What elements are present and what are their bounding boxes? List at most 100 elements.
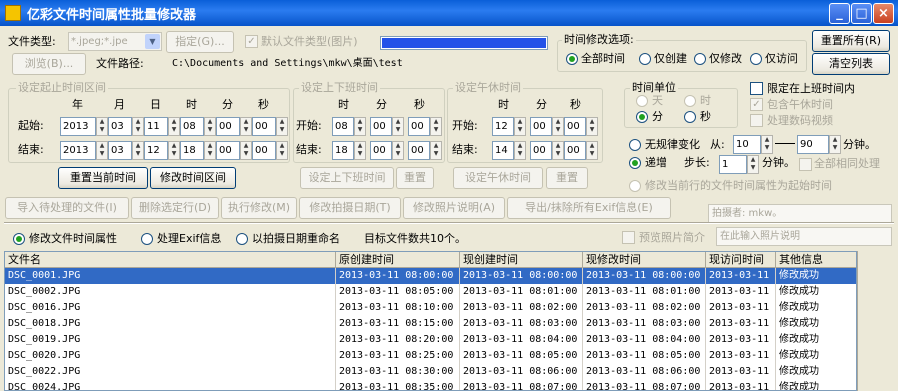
minimize-button[interactable]: _ <box>829 3 850 24</box>
exif-radio[interactable] <box>141 233 153 245</box>
mode-modify-radio[interactable] <box>694 53 706 65</box>
range-end-input[interactable]: 18 <box>180 141 204 160</box>
work-start-spinner[interactable]: ▲ ▼ <box>430 117 442 136</box>
work-end-input[interactable]: 18 <box>332 141 354 160</box>
work-start-spinner[interactable]: ▲ ▼ <box>392 117 404 136</box>
table-row[interactable]: DSC_0022.JPG 2013-03-11 08:30:00 2013-03-1… <box>5 364 856 380</box>
range-end-spinner[interactable]: ▲ ▼ <box>96 141 108 160</box>
work-reset-button[interactable]: 重置 <box>396 167 434 189</box>
work-end-spinner[interactable]: ▲ ▼ <box>430 141 442 160</box>
work-end-input[interactable]: 00 <box>408 141 430 160</box>
lunch-start-input[interactable]: 00 <box>564 117 586 136</box>
table-row[interactable]: DSC_0002.JPG 2013-03-11 08:05:00 2013-03-1… <box>5 284 856 300</box>
range-end-spinner[interactable]: ▲ ▼ <box>168 141 180 160</box>
maximize-button[interactable]: □ <box>851 3 872 24</box>
column-header[interactable]: 现访问时间 <box>706 252 776 268</box>
range-end-spinner[interactable]: ▲ ▼ <box>204 141 216 160</box>
table-row[interactable]: DSC_0001.JPG 2013-03-11 08:00:00 2013-03-1… <box>5 268 856 284</box>
range-end-spinner[interactable]: ▲ ▼ <box>132 141 144 160</box>
lunch-reset-button[interactable]: 重置 <box>546 167 588 189</box>
mode-create-radio[interactable] <box>639 53 651 65</box>
table-row[interactable]: DSC_0016.JPG 2013-03-11 08:10:00 2013-03-1… <box>5 300 856 316</box>
random-to-input[interactable]: 90 <box>797 135 829 154</box>
mode-all-radio[interactable] <box>566 53 578 65</box>
table-row[interactable]: DSC_0020.JPG 2013-03-11 08:25:00 2013-03-1… <box>5 348 856 364</box>
modify-range-button[interactable]: 修改时间区间 <box>150 167 236 189</box>
modify-caption-button[interactable]: 修改照片说明(A) <box>403 197 505 219</box>
process-digital-checkbox[interactable] <box>750 114 763 127</box>
modify-attr-radio[interactable] <box>13 233 25 245</box>
work-end-spinner[interactable]: ▲ ▼ <box>354 141 366 160</box>
work-end-spinner[interactable]: ▲ ▼ <box>392 141 404 160</box>
range-start-input[interactable]: 11 <box>144 117 168 136</box>
lunch-end-spinner[interactable]: ▲ ▼ <box>586 141 598 160</box>
file-table[interactable]: 文件名 原创建时间 现创建时间 现修改时间 现访问时间 其他信息 DSC_0001.JPG 2… <box>4 251 857 391</box>
range-start-spinner[interactable]: ▲ ▼ <box>204 117 216 136</box>
range-end-input[interactable]: 03 <box>108 141 132 160</box>
range-end-spinner[interactable]: ▲ ▼ <box>240 141 252 160</box>
column-header[interactable]: 其他信息 <box>776 252 856 268</box>
range-start-spinner[interactable]: ▲ ▼ <box>240 117 252 136</box>
range-start-input[interactable]: 03 <box>108 117 132 136</box>
include-lunch-checkbox[interactable]: ✓ <box>750 98 763 111</box>
step-input[interactable]: 1 <box>719 155 747 174</box>
range-start-input[interactable]: 00 <box>252 117 276 136</box>
column-header[interactable]: 原创建时间 <box>336 252 460 268</box>
close-button[interactable]: × <box>873 3 894 24</box>
delete-row-button[interactable]: 删除选定行(D) <box>131 197 219 219</box>
lunch-end-input[interactable]: 00 <box>564 141 586 160</box>
work-start-input[interactable]: 08 <box>332 117 354 136</box>
random-from-spinner[interactable]: ▲ ▼ <box>761 135 773 154</box>
lunch-start-spinner[interactable]: ▲ ▼ <box>552 117 564 136</box>
work-start-input[interactable]: 00 <box>370 117 392 136</box>
clear-list-button[interactable]: 清空列表 <box>812 53 890 75</box>
column-header[interactable]: 现创建时间 <box>460 252 583 268</box>
browse-button[interactable]: 浏览(B)... <box>12 53 86 75</box>
range-end-input[interactable]: 00 <box>216 141 240 160</box>
reset-current-button[interactable]: 重置当前时间 <box>58 167 148 189</box>
range-end-input[interactable]: 00 <box>252 141 276 160</box>
mode-access-radio[interactable] <box>750 53 762 65</box>
range-end-spinner[interactable]: ▲ ▼ <box>276 141 288 160</box>
table-row[interactable]: DSC_0018.JPG 2013-03-11 08:15:00 2013-03-1… <box>5 316 856 332</box>
step-spinner[interactable]: ▲ ▼ <box>747 155 759 174</box>
work-start-spinner[interactable]: ▲ ▼ <box>354 117 366 136</box>
unit-second-radio[interactable] <box>684 111 696 123</box>
range-start-input[interactable]: 00 <box>216 117 240 136</box>
preview-checkbox[interactable] <box>622 231 635 244</box>
work-end-input[interactable]: 00 <box>370 141 392 160</box>
range-start-input[interactable]: 08 <box>180 117 204 136</box>
execute-button[interactable]: 执行修改(M) <box>221 197 297 219</box>
unit-hour-radio[interactable] <box>684 95 696 107</box>
work-start-input[interactable]: 00 <box>408 117 430 136</box>
export-exif-button[interactable]: 导出/抹除所有Exif信息(E) <box>507 197 671 219</box>
import-button[interactable]: 导入待处理的文件(I) <box>5 197 129 219</box>
range-end-input[interactable]: 12 <box>144 141 168 160</box>
range-start-input[interactable]: 2013 <box>60 117 96 136</box>
file-type-select[interactable]: *.jpeg;*.jpe ▼ <box>68 32 162 51</box>
limit-work-checkbox[interactable] <box>750 82 763 95</box>
specify-button[interactable]: 指定(G)... <box>166 31 234 53</box>
lunch-start-input[interactable]: 12 <box>492 117 514 136</box>
reset-all-button[interactable]: 重置所有(R) <box>812 30 890 52</box>
modify-shot-date-button[interactable]: 修改拍摄日期(T) <box>299 197 401 219</box>
photographer-field[interactable]: 拍摄者: mkw。 <box>708 204 892 223</box>
set-lunch-button[interactable]: 设定午休时间 <box>453 167 543 189</box>
random-radio[interactable] <box>629 139 641 151</box>
range-start-spinner[interactable]: ▲ ▼ <box>132 117 144 136</box>
column-header[interactable]: 现修改时间 <box>583 252 706 268</box>
lunch-start-spinner[interactable]: ▲ ▼ <box>514 117 526 136</box>
lunch-end-spinner[interactable]: ▲ ▼ <box>552 141 564 160</box>
lunch-start-input[interactable]: 00 <box>530 117 552 136</box>
random-to-spinner[interactable]: ▲ ▼ <box>829 135 841 154</box>
random-from-input[interactable]: 10 <box>733 135 761 154</box>
lunch-end-input[interactable]: 14 <box>492 141 514 160</box>
column-header[interactable]: 文件名 <box>5 252 336 268</box>
default-type-checkbox[interactable]: ✓ <box>245 35 258 48</box>
same-process-checkbox[interactable] <box>799 158 812 171</box>
range-end-input[interactable]: 2013 <box>60 141 96 160</box>
table-row[interactable]: DSC_0019.JPG 2013-03-11 08:20:00 2013-03-1… <box>5 332 856 348</box>
table-scrollbar[interactable] <box>857 251 896 391</box>
unit-day-radio[interactable] <box>636 95 648 107</box>
rename-radio[interactable] <box>236 233 248 245</box>
